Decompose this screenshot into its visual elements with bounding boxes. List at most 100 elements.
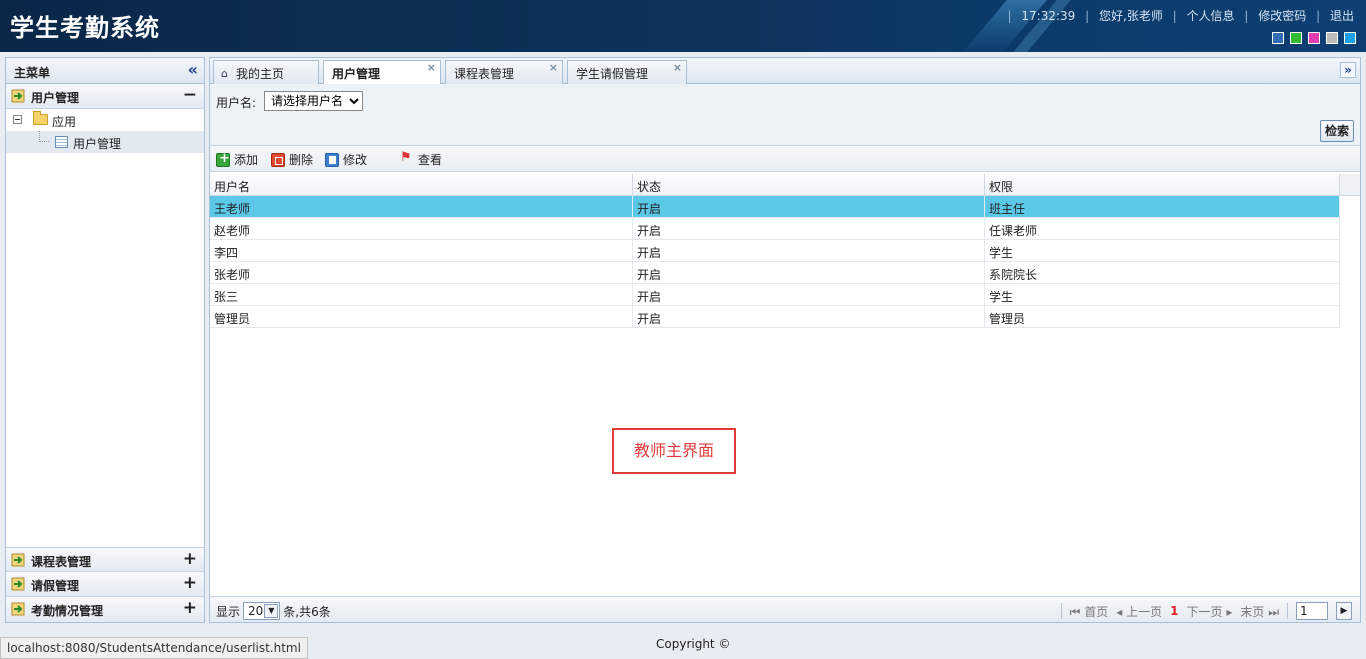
table-row[interactable]: 李四 开启 学生: [210, 240, 1340, 262]
sidebar-section-user[interactable]: 用户管理 −: [6, 84, 204, 109]
arrow-icon: [11, 553, 25, 567]
add-label: 添加: [234, 153, 259, 167]
username-select[interactable]: 请选择用户名: [264, 91, 363, 111]
tree-folder-app[interactable]: 应用: [6, 109, 204, 131]
delete-icon: [271, 152, 285, 167]
flag-icon: [400, 150, 414, 167]
table-row[interactable]: 张三 开启 学生: [210, 284, 1340, 306]
show-label: 显示: [216, 604, 241, 619]
annotation-label: 教师主界面: [612, 428, 736, 474]
sidebar-bottom-sections: 课程表管理 + 请假管理 + 考勤情况管理 +: [6, 547, 204, 622]
close-icon[interactable]: ×: [427, 61, 436, 74]
add-button[interactable]: 添加: [216, 151, 258, 168]
tab-leave[interactable]: 学生请假管理 ×: [567, 60, 687, 84]
theme-swatch-green[interactable]: [1290, 32, 1302, 44]
close-icon[interactable]: ×: [549, 61, 558, 74]
column-header-permission[interactable]: 权限: [985, 174, 1340, 195]
grid-scrollbar-header: [1340, 174, 1360, 196]
cell-status: 开启: [633, 196, 985, 217]
expand-section-icon[interactable]: +: [183, 549, 197, 569]
search-button[interactable]: 检索: [1319, 120, 1354, 142]
tab-schedule[interactable]: 课程表管理 ×: [445, 60, 563, 84]
tab-label: 用户管理: [332, 67, 381, 81]
cell-permission: 班主任: [985, 196, 1340, 217]
go-page-icon[interactable]: ▶: [1336, 602, 1352, 620]
delete-button[interactable]: 删除: [271, 151, 313, 168]
current-page: 1: [1170, 604, 1179, 618]
view-button[interactable]: 查看: [400, 150, 442, 168]
cell-permission: 学生: [985, 284, 1340, 305]
table-row[interactable]: 赵老师 开启 任课老师: [210, 218, 1340, 240]
tab-home[interactable]: ⌂ 我的主页: [213, 60, 319, 84]
theme-swatch-blue[interactable]: [1272, 32, 1284, 44]
cell-permission: 任课老师: [985, 218, 1340, 239]
app-header: 学生考勤系统 | 17:32:39 | 您好,张老师 | 个人信息 | 修改密码…: [0, 0, 1366, 52]
tree-item-label: 用户管理: [73, 137, 122, 151]
theme-swatch-cyan[interactable]: [1344, 32, 1356, 44]
grid-toolbar: 添加 删除 修改 查看: [210, 146, 1360, 172]
tree-item-user-management[interactable]: 用户管理: [6, 131, 204, 153]
collapse-icon[interactable]: «: [188, 60, 198, 79]
edit-icon: [325, 152, 339, 167]
close-icon[interactable]: ×: [673, 61, 682, 74]
sidebar-section-label: 用户管理: [31, 91, 80, 105]
cell-status: 开启: [633, 262, 985, 283]
cell-username: 张老师: [210, 262, 633, 283]
page-navigation: ⏮ 首页 ◂ 上一页 1 下一页 ▸ 末页 ⏭ 1 ▶: [1060, 602, 1352, 620]
cell-permission: 管理员: [985, 306, 1340, 327]
sidebar-section-leave[interactable]: 请假管理 +: [6, 572, 204, 597]
add-icon: [216, 151, 230, 167]
tab-user-management[interactable]: 用户管理 ×: [323, 60, 441, 85]
filter-panel: 用户名: 请选择用户名 检索: [210, 84, 1360, 146]
cell-permission: 系院院长: [985, 262, 1340, 283]
cell-status: 开启: [633, 306, 985, 327]
first-page-button[interactable]: ⏮ 首页: [1070, 603, 1109, 620]
sidebar-section-attendance[interactable]: 考勤情况管理 +: [6, 597, 204, 622]
home-icon: ⌂: [221, 67, 228, 80]
table-row[interactable]: 张老师 开启 系院院长: [210, 262, 1340, 284]
greeting: 您好,张老师: [1099, 9, 1163, 23]
prev-page-label: 上一页: [1126, 604, 1163, 619]
cell-status: 开启: [633, 240, 985, 261]
profile-link[interactable]: 个人信息: [1187, 7, 1235, 24]
grid-header: 用户名 状态 权限: [210, 174, 1340, 196]
collapse-section-icon[interactable]: −: [183, 85, 197, 105]
next-page-button[interactable]: 下一页 ▸: [1187, 603, 1233, 620]
next-page-label: 下一页: [1186, 604, 1223, 619]
arrow-icon: [11, 577, 25, 591]
separator: |: [1172, 9, 1177, 23]
expand-section-icon[interactable]: +: [183, 573, 197, 593]
prev-page-button[interactable]: ◂ 上一页: [1116, 603, 1162, 620]
theme-swatch-pink[interactable]: [1308, 32, 1320, 44]
pagination-bar: 显示 20 ▼ 条,共6条 ⏮ 首页 ◂ 上一页 1 下一页 ▸ 末页 ⏭ 1 …: [210, 596, 1360, 622]
page-size-value: 20: [248, 604, 264, 618]
status-url: localhost:8080/StudentsAttendance/userli…: [0, 637, 308, 659]
sidebar-section-label: 请假管理: [31, 579, 80, 593]
first-page-label: 首页: [1084, 604, 1109, 619]
expand-section-icon[interactable]: +: [183, 598, 197, 618]
user-grid: 用户名 状态 权限 王老师 开启 班主任 赵老师 开启 任课老师 李四 开启 学…: [210, 174, 1340, 328]
table-row[interactable]: 王老师 开启 班主任: [210, 196, 1340, 218]
tab-bar: ⌂ 我的主页 用户管理 × 课程表管理 × 学生请假管理 × »: [210, 58, 1360, 85]
tree-folder-label: 应用: [52, 115, 77, 129]
column-header-username[interactable]: 用户名: [210, 174, 633, 195]
last-page-button[interactable]: 末页 ⏭: [1240, 603, 1279, 620]
table-row[interactable]: 管理员 开启 管理员: [210, 306, 1340, 328]
tree-connector: [39, 131, 49, 142]
page-number-input[interactable]: 1: [1296, 602, 1328, 620]
tab-label: 课程表管理: [454, 67, 515, 81]
edit-button[interactable]: 修改: [325, 151, 367, 168]
theme-swatch-gray[interactable]: [1326, 32, 1338, 44]
chevron-down-icon[interactable]: »: [1340, 62, 1356, 78]
theme-swatches: [1272, 32, 1356, 44]
column-header-status[interactable]: 状态: [633, 174, 985, 195]
separator: |: [1316, 9, 1321, 23]
logout-link[interactable]: 退出: [1330, 7, 1354, 24]
page-size-control: 显示 20 ▼ 条,共6条: [216, 602, 331, 620]
tab-label: 学生请假管理: [576, 67, 649, 81]
change-password-link[interactable]: 修改密码: [1258, 7, 1306, 24]
dropdown-arrow-icon: ▼: [264, 604, 279, 618]
tree-collapse-icon[interactable]: [13, 115, 22, 124]
sidebar-section-schedule[interactable]: 课程表管理 +: [6, 547, 204, 572]
page-size-select[interactable]: 20 ▼: [243, 602, 281, 620]
